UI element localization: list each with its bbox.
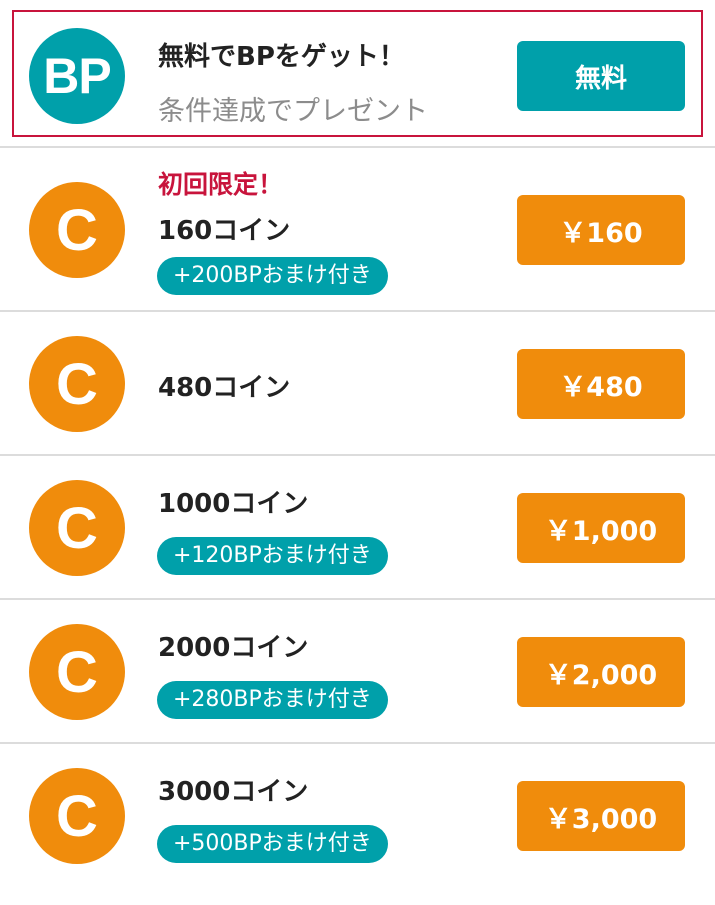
bonus-bp-badge: +280BPおまけ付き [157,681,388,719]
coin-pack-row-2000: C 2000コイン +280BPおまけ付き ￥2,000 [0,600,715,744]
coin-icon: C [29,624,125,720]
coin-pack-name: 2000コイン [158,633,309,663]
coin-pack-row-480: C 480コイン ￥480 [0,312,715,456]
coin-pack-name: 160コイン [158,216,291,246]
first-time-limited-label: 初回限定！ [158,170,284,199]
buy-button-3000[interactable]: ￥3,000 [517,781,685,851]
coin-pack-row-3000: C 3000コイン +500BPおまけ付き ￥3,000 [0,744,715,894]
free-bp-button[interactable]: 無料 [517,41,685,111]
coin-pack-name: 3000コイン [158,777,309,807]
coin-pack-row-160: C 初回限定！ 160コイン +200BPおまけ付き ￥160 [0,148,715,312]
buy-button-1000[interactable]: ￥1,000 [517,493,685,563]
bp-avatar-icon: BP [29,28,125,124]
free-offer-title: 無料でBPをゲット！ [158,42,405,72]
buy-button-2000[interactable]: ￥2,000 [517,637,685,707]
coin-icon: C [29,480,125,576]
coin-pack-name: 1000コイン [158,489,309,519]
free-bp-offer-row: BP 無料でBPをゲット！ 条件達成でプレゼント 無料 [0,0,715,148]
coin-icon: C [29,336,125,432]
free-offer-subtitle: 条件達成でプレゼント [158,96,428,127]
buy-button-480[interactable]: ￥480 [517,349,685,419]
coin-pack-row-1000: C 1000コイン +120BPおまけ付き ￥1,000 [0,456,715,600]
coin-pack-name: 480コイン [158,373,291,403]
bonus-bp-badge: +120BPおまけ付き [157,537,388,575]
coin-icon: C [29,768,125,864]
bonus-bp-badge: +200BPおまけ付き [157,257,388,295]
coin-icon: C [29,182,125,278]
buy-button-160[interactable]: ￥160 [517,195,685,265]
bonus-bp-badge: +500BPおまけ付き [157,825,388,863]
